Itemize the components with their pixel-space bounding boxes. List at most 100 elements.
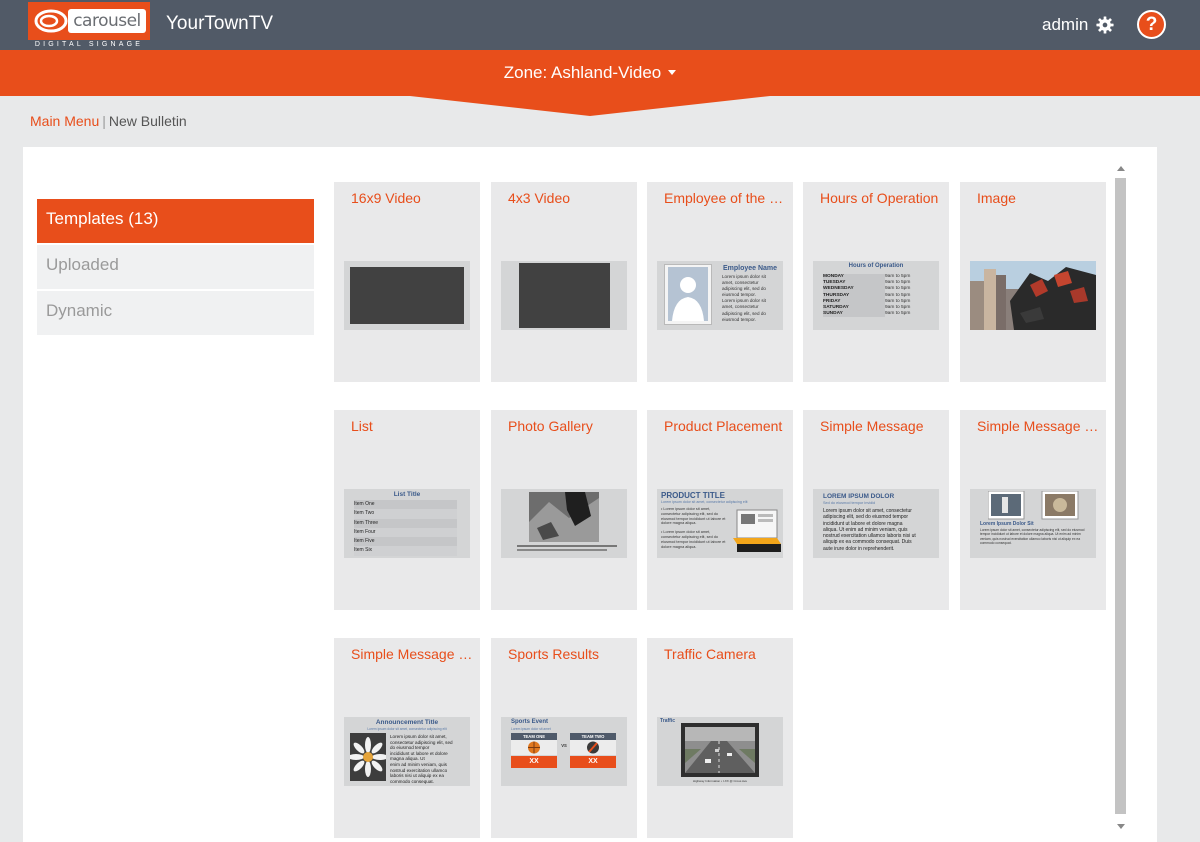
template-title: 16x9 Video xyxy=(351,190,421,206)
sidebar: Templates (13) Uploaded Dynamic xyxy=(37,199,314,337)
gear-icon[interactable] xyxy=(1096,16,1114,34)
thumb-team-one: TEAM ONE xyxy=(511,733,557,740)
thumb-list-item: Item Four xyxy=(354,527,457,538)
template-title: 4x3 Video xyxy=(508,190,571,206)
thumb-employee-name: Employee Name xyxy=(722,265,778,272)
chevron-down-icon xyxy=(668,70,677,76)
template-card-16x9-video[interactable]: 16x9 Video xyxy=(334,182,480,382)
scrollbar-thumb[interactable] xyxy=(1115,178,1126,814)
thumb-text-line: commodo consequat. xyxy=(980,541,1012,546)
breadcrumb-main-menu-link[interactable]: Main Menu xyxy=(30,113,99,129)
template-thumbnail xyxy=(501,489,627,558)
thumb-announcement-subtitle: Lorem ipsum dolor sit amet, consectetur … xyxy=(367,727,447,731)
top-bar: carousel DIGITAL SIGNAGE YourTownTV admi… xyxy=(0,0,1200,50)
template-thumbnail: Announcement Title Lorem ipsum dolor sit… xyxy=(344,717,470,786)
thumb-list-item: Item One xyxy=(354,500,457,510)
thumb-list-item: Item Five xyxy=(354,537,457,547)
template-card-image[interactable]: Image xyxy=(960,182,1106,382)
breadcrumb-current: New Bulletin xyxy=(108,113,187,129)
zone-banner: Zone: Ashland-Video xyxy=(0,50,1200,116)
thumb-text-line: eiusmod tempor incididunt ut labore et xyxy=(661,539,726,544)
template-thumbnail: PRODUCT TITLE Lorem ipsum dolor sit amet… xyxy=(657,489,783,558)
traffic-camera-thumbnail xyxy=(681,723,759,777)
gallery-photo-thumbnail xyxy=(529,492,599,542)
help-button[interactable]: ? xyxy=(1137,10,1166,39)
grid-scrollbar[interactable] xyxy=(1113,162,1128,834)
template-title: Simple Message xyxy=(820,418,924,434)
thumb-simple-subtitle: Sed do eiusmod tempor invidid xyxy=(823,501,876,505)
thumb-list-title: List Title xyxy=(393,491,421,498)
thumb-simple-title: LOREM IPSUM DOLOR xyxy=(823,493,895,500)
logo-brand-block: carousel xyxy=(28,2,150,40)
zone-selector[interactable]: Zone: Ashland-Video xyxy=(0,63,1180,83)
thumb-announcement-title: Announcement Title xyxy=(375,719,439,726)
city-photo-thumbnail xyxy=(970,261,1096,330)
template-thumbnail: Employee Name Lorem ipsum dolor sit amet… xyxy=(657,261,783,330)
message-photos-thumbnail xyxy=(988,491,1079,520)
template-title: List xyxy=(351,418,373,434)
template-grid: 16x9 Video 4x3 Video Employee of the Mon… xyxy=(334,182,1110,842)
template-title: Sports Results xyxy=(508,646,600,662)
carousel-logo[interactable]: carousel DIGITAL SIGNAGE xyxy=(28,2,150,50)
template-card-simple-message-photos[interactable]: Simple Message with Photos Lorem Ipsum D… xyxy=(960,410,1106,610)
template-card-product-placement[interactable]: Product Placement PRODUCT TITLE Lorem ip… xyxy=(647,410,793,610)
template-thumbnail: Traffic Highway Information • I-XX @ Cro… xyxy=(657,717,783,786)
logo-tagline: DIGITAL SIGNAGE xyxy=(28,40,150,50)
thumb-time: 9am to 5pm xyxy=(885,311,911,317)
thumb-traffic-caption: Highway Information • I-XX @ Cross Ave xyxy=(692,779,748,783)
thumb-list-item: Item Three xyxy=(354,518,457,528)
thumb-team-two: TEAM TWO xyxy=(570,733,616,740)
template-card-simple-message[interactable]: Simple Message LOREM IPSUM DOLOR Sed do … xyxy=(803,410,949,610)
template-card-simple-message-photo[interactable]: Simple Message with Photo Announcement T… xyxy=(334,638,480,838)
thumb-text-line: eiusmod tempor. xyxy=(722,316,756,322)
template-card-traffic-camera[interactable]: Traffic Camera Traffic Highway Informati… xyxy=(647,638,793,838)
zone-banner-shape xyxy=(0,50,1200,116)
thumb-photos-title: Lorem Ipsum Dolor Sit xyxy=(980,521,1034,527)
template-title: Hours of Operation xyxy=(820,190,939,206)
logo-swirl-icon xyxy=(34,9,68,33)
template-card-list[interactable]: List List Title Item One Item Two Item T… xyxy=(334,410,480,610)
thumb-hours-title: Hours of Operation xyxy=(848,263,904,269)
scroll-down-arrow-icon[interactable] xyxy=(1117,824,1125,829)
template-card-sports-results[interactable]: Sports Results Sports Event Lorem ipsum … xyxy=(491,638,637,838)
sidebar-item-templates[interactable]: Templates (13) xyxy=(37,199,314,243)
template-thumbnail: List Title Item One Item Two Item Three … xyxy=(344,489,470,558)
thumb-list-item: Item Six xyxy=(354,546,457,556)
template-thumbnail xyxy=(501,261,627,330)
template-title: Product Placement xyxy=(664,418,783,434)
thumb-product-subtitle: Lorem ipsum dolor sit amet, consectetur … xyxy=(661,500,748,504)
sidebar-item-uploaded[interactable]: Uploaded xyxy=(37,245,314,289)
thumb-score-one: XX xyxy=(511,756,557,768)
template-card-4x3-video[interactable]: 4x3 Video xyxy=(491,182,637,382)
thumb-text-line: commodo consequat. xyxy=(390,778,434,784)
person-silhouette-icon xyxy=(668,267,708,321)
app-title: YourTownTV xyxy=(166,13,274,34)
breadcrumb-separator: | xyxy=(102,113,106,129)
template-thumbnail: Hours of Operation MONDAY 9am to 5pm TUES… xyxy=(813,261,939,330)
template-thumbnail: Lorem Ipsum Dolor Sit Lorem ipsum dolor … xyxy=(970,489,1096,558)
template-thumbnail: LOREM IPSUM DOLOR Sed do eiusmod tempor … xyxy=(813,489,939,558)
flower-photo-thumbnail xyxy=(350,733,386,781)
template-thumbnail: Sports Event Lorem ipsum dolor sit amet … xyxy=(501,717,627,786)
template-title: Simple Message with Photos xyxy=(977,418,1102,434)
template-title: Image xyxy=(977,190,1016,206)
template-card-employee-of-the-month[interactable]: Employee of the Month Employee Name Lore… xyxy=(647,182,793,382)
thumb-product-title: PRODUCT TITLE xyxy=(661,491,725,500)
thumb-day: SUNDAY xyxy=(823,311,885,318)
sidebar-item-dynamic[interactable]: Dynamic xyxy=(37,291,314,335)
logo-wordmark: carousel xyxy=(68,9,146,33)
team-two-logo-icon xyxy=(570,740,616,755)
user-menu[interactable]: admin xyxy=(1042,15,1088,35)
thumb-sports-title: Sports Event xyxy=(511,719,549,725)
product-box-thumbnail xyxy=(733,509,781,552)
template-title: Photo Gallery xyxy=(508,418,593,434)
thumb-vs: VS xyxy=(561,743,567,748)
breadcrumb: Main Menu | New Bulletin xyxy=(30,113,187,129)
scroll-up-arrow-icon[interactable] xyxy=(1117,166,1125,171)
template-thumbnail xyxy=(344,261,470,330)
template-title: Employee of the Month xyxy=(664,190,789,206)
template-card-photo-gallery[interactable]: Photo Gallery xyxy=(491,410,637,610)
template-card-hours-of-operation[interactable]: Hours of Operation Hours of Operation MO… xyxy=(803,182,949,382)
thumb-text-line: aute irure dolor in reprehenderit. xyxy=(823,545,895,552)
thumb-sports-subtitle: Lorem ipsum dolor sit amet xyxy=(511,727,551,731)
